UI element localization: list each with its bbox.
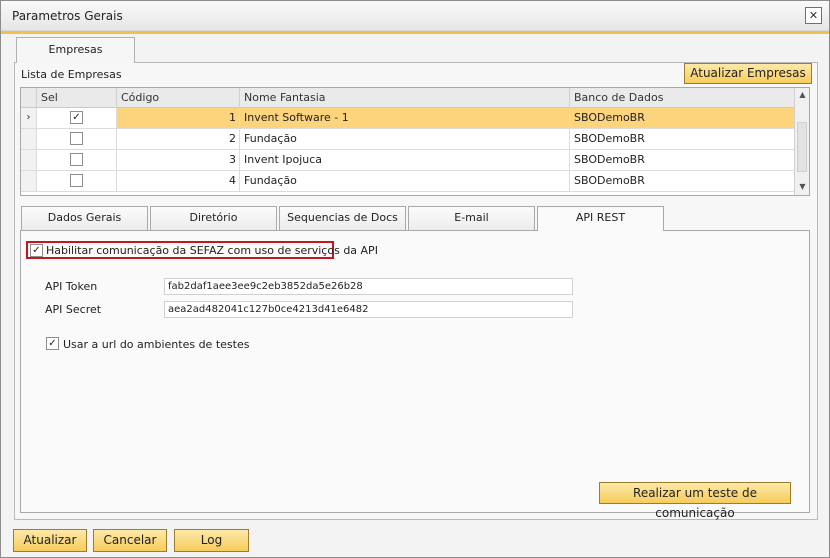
tab-diretorio[interactable]: Diretório [150, 206, 277, 230]
scroll-down-icon[interactable]: ▼ [795, 180, 809, 194]
table-row[interactable]: 4 Fundação SBODemoBR [21, 171, 796, 192]
enable-sefaz-api-checkbox[interactable]: ✓ [30, 244, 43, 257]
scroll-thumb[interactable] [797, 122, 807, 172]
table-row[interactable]: 2 Fundação SBODemoBR [21, 129, 796, 150]
api-secret-field[interactable]: aea2ad482041c127b0ce4213d41e6482 [164, 301, 573, 318]
db-cell: SBODemoBR [570, 171, 796, 191]
scroll-up-icon[interactable]: ▲ [795, 88, 809, 102]
name-cell: Invent Software - 1 [240, 108, 570, 128]
log-button[interactable]: Log [174, 529, 249, 552]
tab-empresas[interactable]: Empresas [16, 37, 135, 63]
column-header-nome-fantasia[interactable]: Nome Fantasia [240, 88, 570, 108]
grid-corner [21, 88, 37, 108]
sel-cell [37, 150, 117, 170]
column-header-codigo[interactable]: Código [117, 88, 240, 108]
sel-cell [37, 171, 117, 191]
tab-dados-gerais[interactable]: Dados Gerais [21, 206, 148, 230]
name-cell: Fundação [240, 171, 570, 191]
api-token-label: API Token [45, 280, 98, 293]
db-cell: SBODemoBR [570, 108, 796, 128]
tab-e-mail[interactable]: E-mail [408, 206, 535, 230]
api-token-field[interactable]: fab2daf1aee3ee9c2eb3852da5e26b28 [164, 278, 573, 295]
parametros-gerais-window: Parametros Gerais ✕ Empresas Lista de Em… [0, 0, 830, 558]
row-header [21, 150, 37, 170]
row-marker-icon: › [21, 108, 37, 128]
name-cell: Invent Ipojuca [240, 150, 570, 170]
row-select-checkbox[interactable] [70, 153, 83, 166]
sel-cell: ✓ [37, 108, 117, 128]
code-cell: 1 [117, 108, 240, 128]
api-secret-label: API Secret [45, 303, 102, 316]
code-cell: 4 [117, 171, 240, 191]
grid-header: Sel Código Nome Fantasia Banco de Dados [21, 88, 796, 108]
row-select-checkbox[interactable] [70, 174, 83, 187]
table-row[interactable]: › ✓ 1 Invent Software - 1 SBODemoBR [21, 108, 796, 129]
update-companies-button[interactable]: Atualizar Empresas [684, 63, 812, 84]
cancel-button[interactable]: Cancelar [93, 529, 167, 552]
table-row[interactable]: 3 Invent Ipojuca SBODemoBR [21, 150, 796, 171]
update-button[interactable]: Atualizar [13, 529, 87, 552]
grid-vertical-scrollbar[interactable]: ▲ ▼ [794, 88, 809, 195]
column-header-sel[interactable]: Sel [37, 88, 117, 108]
row-header [21, 129, 37, 149]
title-accent-bar [1, 31, 829, 34]
companies-list-label: Lista de Empresas [21, 68, 122, 81]
code-cell: 2 [117, 129, 240, 149]
tab-api-rest[interactable]: API REST [537, 206, 664, 231]
db-cell: SBODemoBR [570, 150, 796, 170]
row-select-checkbox[interactable] [70, 132, 83, 145]
column-header-banco-de-dados[interactable]: Banco de Dados [570, 88, 796, 108]
api-rest-panel [20, 230, 810, 513]
window-title: Parametros Gerais [12, 9, 123, 23]
tab-sequencias-de-docs[interactable]: Sequencias de Docs [279, 206, 406, 230]
db-cell: SBODemoBR [570, 129, 796, 149]
close-icon[interactable]: ✕ [805, 7, 822, 24]
test-url-checkbox[interactable]: ✓ [46, 337, 59, 350]
code-cell: 3 [117, 150, 240, 170]
row-select-checkbox[interactable]: ✓ [70, 111, 83, 124]
sel-cell [37, 129, 117, 149]
companies-grid: Sel Código Nome Fantasia Banco de Dados … [20, 87, 810, 196]
row-header [21, 171, 37, 191]
name-cell: Fundação [240, 129, 570, 149]
test-communication-button[interactable]: Realizar um teste de comunicação [599, 482, 791, 520]
test-url-label: Usar a url do ambientes de testes [63, 338, 250, 351]
enable-sefaz-api-label: Habilitar comunicação da SEFAZ com uso d… [46, 244, 378, 257]
title-bar: Parametros Gerais ✕ [1, 1, 829, 31]
